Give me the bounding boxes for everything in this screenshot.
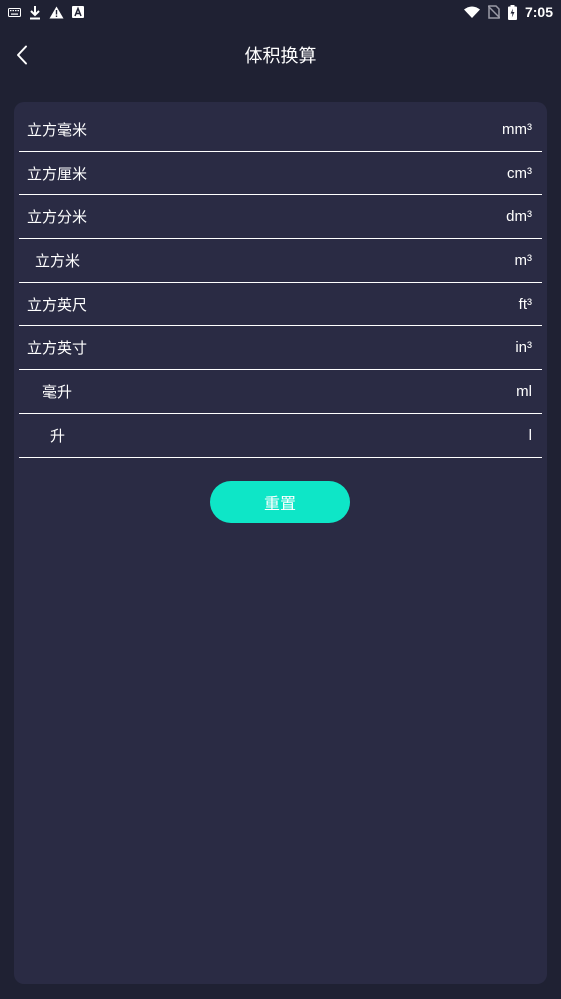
status-bar-left [8, 5, 84, 20]
unit-row-cubic-foot[interactable]: 立方英尺 ft³ [19, 283, 542, 327]
app-bar: 体积换算 [0, 24, 561, 90]
unit-symbol: mm³ [502, 121, 532, 138]
unit-list: 立方毫米 mm³ 立方厘米 cm³ 立方分米 dm³ 立方米 m³ 立方英尺 f… [19, 108, 542, 458]
unit-symbol: dm³ [506, 208, 532, 226]
unit-name: 立方英尺 [27, 295, 88, 314]
unit-symbol: m³ [514, 252, 533, 270]
unit-name: 立方毫米 [27, 121, 88, 139]
unit-name: 升 [50, 426, 66, 445]
wifi-icon [463, 6, 480, 18]
unit-row-milliliter[interactable]: 毫升 ml [19, 370, 542, 414]
status-time: 7:05 [524, 4, 553, 20]
unit-symbol: cm³ [507, 164, 532, 182]
unit-name: 立方英寸 [27, 339, 88, 358]
unit-row-cubic-inch[interactable]: 立方英寸 in³ [19, 326, 542, 371]
unit-symbol: ft³ [518, 295, 532, 313]
unit-name: 立方米 [35, 252, 81, 271]
unit-row-cubic-meter[interactable]: 立方米 m³ [19, 239, 542, 283]
page-title: 体积换算 [244, 46, 317, 67]
unit-symbol: ml [516, 383, 532, 401]
unit-name: 立方厘米 [27, 164, 88, 183]
unit-symbol: in³ [515, 339, 532, 357]
warning-icon [49, 6, 64, 19]
unit-name: 立方分米 [27, 208, 88, 227]
conversion-card: 立方毫米 mm³ 立方厘米 cm³ 立方分米 dm³ 立方米 m³ 立方英尺 f… [14, 102, 547, 984]
status-bar: 7:05 [0, 0, 561, 24]
status-bar-right: 7:05 [463, 4, 553, 20]
a-box-icon [72, 6, 84, 18]
unit-name: 毫升 [42, 383, 73, 402]
unit-row-cubic-centimeter[interactable]: 立方厘米 cm³ [19, 152, 542, 196]
battery-icon [507, 4, 517, 20]
keyboard-icon [8, 7, 21, 17]
download-icon [29, 5, 41, 20]
unit-row-cubic-millimeter[interactable]: 立方毫米 mm³ [19, 108, 542, 152]
reset-button[interactable]: 重置 [210, 481, 350, 523]
no-sim-icon [487, 5, 500, 19]
unit-symbol: l [528, 426, 532, 444]
unit-row-liter[interactable]: 升 l [19, 414, 542, 458]
unit-row-cubic-decimeter[interactable]: 立方分米 dm³ [19, 195, 542, 240]
